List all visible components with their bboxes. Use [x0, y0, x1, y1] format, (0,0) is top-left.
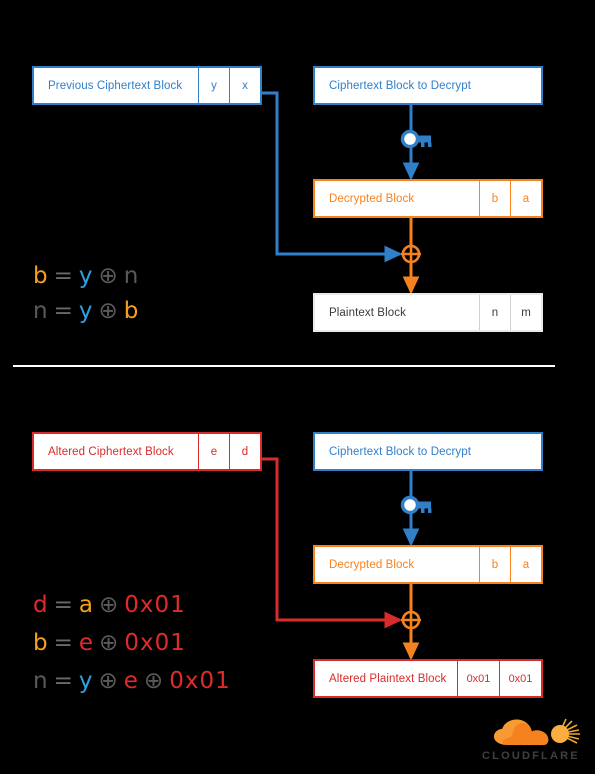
decrypted-block-top-cell-b: b	[479, 181, 510, 216]
connector-altered-ciphertext-to-xor-bottom	[262, 457, 403, 629]
altered-plaintext-block-label: Altered Plaintext Block	[329, 672, 447, 685]
ciphertext-block-to-decrypt-bottom-label: Ciphertext Block to Decrypt	[329, 445, 472, 458]
eq-b-token-2: y	[78, 263, 94, 289]
altered-ciphertext-block: Altered Ciphertext Block e d	[32, 432, 262, 471]
altered-plaintext-cell-2: 0x01	[499, 661, 541, 696]
decrypted-block-top-cell-a: a	[510, 181, 541, 216]
eq-n2-token-2: y	[78, 668, 94, 694]
decrypted-block-top-label: Decrypted Block	[329, 192, 415, 205]
eq-n2-token-1: =	[53, 668, 74, 694]
altered-ciphertext-cell-d: d	[229, 434, 260, 469]
xor-icon-top-glyph	[401, 244, 421, 264]
cloudflare-logo: CLOUDFLARE	[480, 718, 585, 766]
eq-d-token-4: 0x01	[124, 592, 186, 618]
eq-d-token-0: d	[33, 592, 49, 618]
previous-ciphertext-block: Previous Ciphertext Block y x	[32, 66, 262, 105]
decrypted-block-bottom: Decrypted Block b a	[313, 545, 543, 584]
eq-n2-token-5: ⊕	[143, 668, 165, 694]
equation-b2: b = e ⊕ 0x01	[33, 630, 191, 656]
eq-n-token-2: y	[78, 298, 94, 324]
decrypted-block-bottom-cell-a: a	[510, 547, 541, 582]
decrypted-block-bottom-label: Decrypted Block	[329, 558, 415, 571]
eq-b-token-3: ⊕	[98, 263, 119, 289]
ciphertext-block-to-decrypt-top-label: Ciphertext Block to Decrypt	[329, 79, 472, 92]
key-icon-bottom-glyph	[400, 495, 432, 515]
equation-n2: n = y ⊕ e ⊕ 0x01	[33, 668, 236, 694]
eq-d-token-1: =	[53, 592, 74, 618]
eq-b2-token-0: b	[33, 630, 49, 656]
plaintext-block: Plaintext Block n m	[313, 293, 543, 332]
cloudflare-wordmark: CLOUDFLARE	[482, 750, 580, 762]
key-icon-top-glyph	[400, 129, 432, 149]
altered-ciphertext-block-label: Altered Ciphertext Block	[48, 445, 174, 458]
cloudflare-cloud-icon	[494, 718, 580, 745]
previous-ciphertext-cell-x: x	[229, 68, 260, 103]
connector-prev-ciphertext-to-xor-top	[262, 91, 403, 263]
eq-b2-token-2: e	[78, 630, 95, 656]
altered-ciphertext-cell-e: e	[198, 434, 229, 469]
section-divider	[13, 365, 555, 367]
eq-n-token-1: =	[53, 298, 74, 324]
plaintext-block-cell-n: n	[479, 295, 510, 330]
decrypted-block-top: Decrypted Block b a	[313, 179, 543, 218]
plaintext-block-label: Plaintext Block	[329, 306, 406, 319]
eq-b-token-4: n	[123, 263, 140, 289]
plaintext-block-cell-m: m	[510, 295, 541, 330]
eq-n2-token-3: ⊕	[98, 668, 119, 694]
eq-b-token-1: =	[53, 263, 74, 289]
eq-n-token-3: ⊕	[98, 298, 119, 324]
previous-ciphertext-block-label: Previous Ciphertext Block	[48, 79, 183, 92]
eq-b2-token-4: 0x01	[124, 630, 186, 656]
eq-d-token-2: a	[78, 592, 94, 618]
connector-layer	[262, 91, 432, 661]
ciphertext-block-to-decrypt-bottom: Ciphertext Block to Decrypt	[313, 432, 543, 471]
equation-b: b = y ⊕ n	[33, 263, 144, 289]
ciphertext-block-to-decrypt-top: Ciphertext Block to Decrypt	[313, 66, 543, 105]
eq-d-token-3: ⊕	[99, 592, 120, 618]
altered-plaintext-cell-1: 0x01	[457, 661, 499, 696]
eq-n-token-4: b	[123, 298, 140, 324]
equation-d: d = a ⊕ 0x01	[33, 592, 191, 618]
eq-n2-token-0: n	[33, 668, 49, 694]
altered-plaintext-block: Altered Plaintext Block 0x01 0x01	[313, 659, 543, 698]
decrypted-block-bottom-cell-b: b	[479, 547, 510, 582]
eq-b-token-0: b	[33, 263, 49, 289]
diagram-canvas: Previous Ciphertext Block y x Ciphertext…	[0, 0, 595, 774]
xor-icon-bottom-glyph	[401, 610, 421, 630]
previous-ciphertext-cell-y: y	[198, 68, 229, 103]
equation-n: n = y ⊕ b	[33, 298, 144, 324]
eq-b2-token-1: =	[53, 630, 74, 656]
eq-n-token-0: n	[33, 298, 49, 324]
eq-n2-token-4: e	[123, 668, 139, 694]
eq-b2-token-3: ⊕	[99, 630, 120, 656]
eq-n2-token-6: 0x01	[169, 668, 231, 694]
